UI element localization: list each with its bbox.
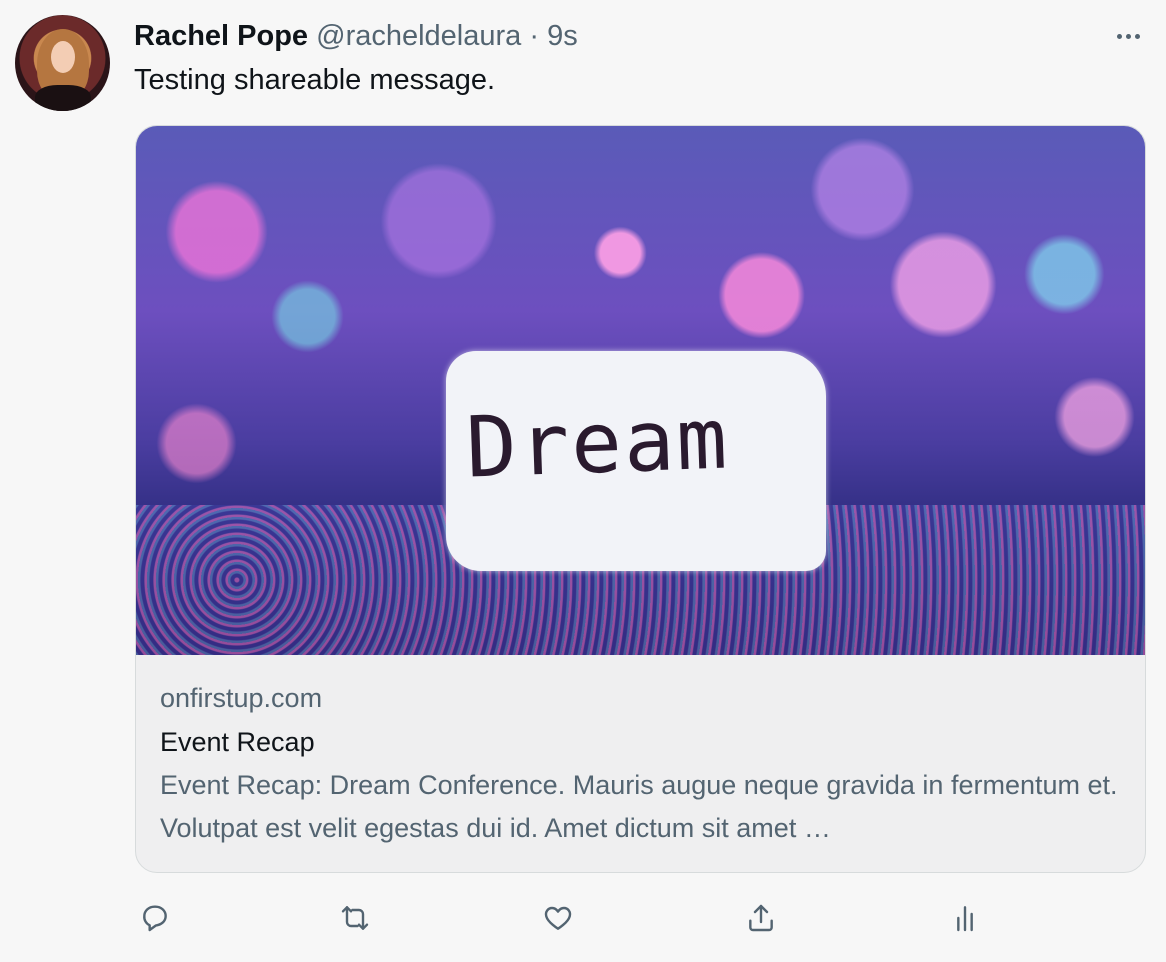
card-domain: onfirstup.com	[160, 683, 323, 713]
tweet-timestamp[interactable]: 9s	[547, 20, 578, 52]
image-dream-text: Dream	[464, 389, 731, 497]
tweet-text: Testing shareable message.	[134, 64, 496, 96]
card-title: Event Recap	[160, 727, 315, 757]
like-icon[interactable]	[538, 896, 578, 940]
analytics-icon[interactable]	[945, 896, 985, 940]
author-name[interactable]: Rachel Pope	[134, 20, 308, 52]
card-description: Event Recap: Dream Conference. Mauris au…	[160, 770, 1118, 843]
tweet[interactable]: Rachel Pope @racheldelaura · 9s Testing …	[0, 0, 1166, 962]
reply-icon[interactable]	[135, 896, 175, 940]
link-preview-card[interactable]: Dream onfirstup.com Event Recap Event Re…	[135, 125, 1146, 873]
author-avatar[interactable]	[15, 15, 110, 111]
share-icon[interactable]	[741, 896, 781, 940]
card-image: Dream	[136, 126, 1145, 655]
tweet-actions	[135, 896, 1145, 940]
author-handle[interactable]: @racheldelaura	[316, 20, 521, 52]
header-separator: ·	[529, 20, 540, 52]
more-options-icon[interactable]	[1108, 22, 1148, 50]
tweet-header: Rachel Pope @racheldelaura · 9s	[134, 18, 578, 54]
retweet-icon[interactable]	[335, 896, 375, 940]
card-body: onfirstup.com Event Recap Event Recap: D…	[160, 676, 1120, 850]
